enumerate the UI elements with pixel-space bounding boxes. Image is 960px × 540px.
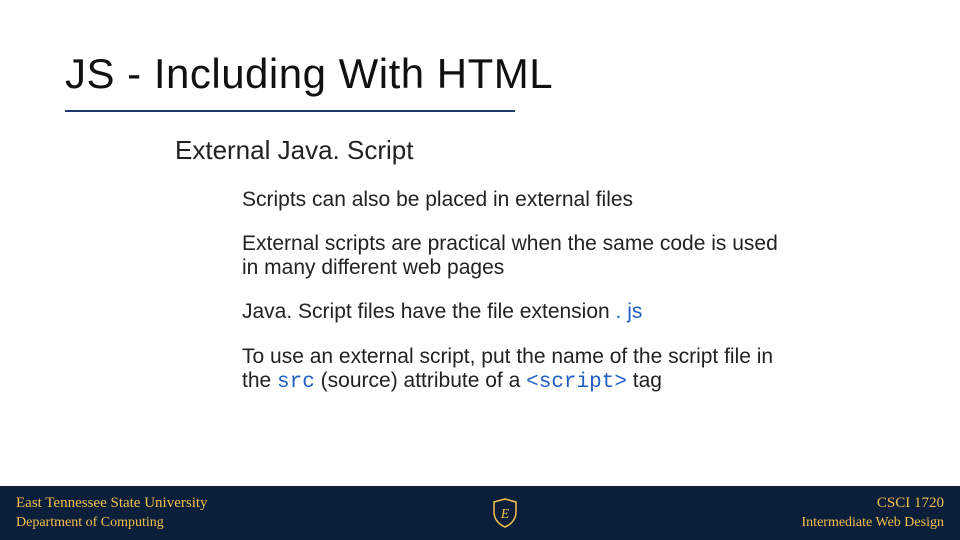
title-underline [65, 110, 515, 112]
slide-body: Scripts can also be placed in external f… [242, 188, 782, 415]
script-tag: <script> [526, 371, 627, 394]
body-p3-text: Java. Script files have the file extensi… [242, 300, 616, 323]
footer-right: CSCI 1720 Intermediate Web Design [802, 494, 944, 532]
footer-left: East Tennessee State University Departme… [16, 494, 208, 532]
footer-logo: E [492, 498, 518, 528]
body-paragraph-4: To use an external script, put the name … [242, 345, 782, 395]
body-paragraph-1: Scripts can also be placed in external f… [242, 188, 782, 212]
slide-footer: East Tennessee State University Departme… [0, 486, 960, 540]
shield-icon: E [492, 498, 518, 528]
footer-department: Department of Computing [16, 514, 208, 532]
logo-letter: E [499, 507, 509, 522]
slide-title: JS - Including With HTML [65, 50, 553, 98]
body-p4-b: (source) attribute of a [315, 369, 526, 392]
body-paragraph-2: External scripts are practical when the … [242, 232, 782, 280]
footer-course-name: Intermediate Web Design [802, 514, 944, 532]
footer-course-code: CSCI 1720 [802, 494, 944, 514]
slide-subtitle: External Java. Script [175, 135, 413, 166]
body-paragraph-3: Java. Script files have the file extensi… [242, 300, 782, 324]
js-extension: . js [616, 300, 643, 323]
footer-university: East Tennessee State University [16, 494, 208, 514]
src-attribute: src [277, 371, 315, 394]
body-p4-c: tag [627, 369, 662, 392]
